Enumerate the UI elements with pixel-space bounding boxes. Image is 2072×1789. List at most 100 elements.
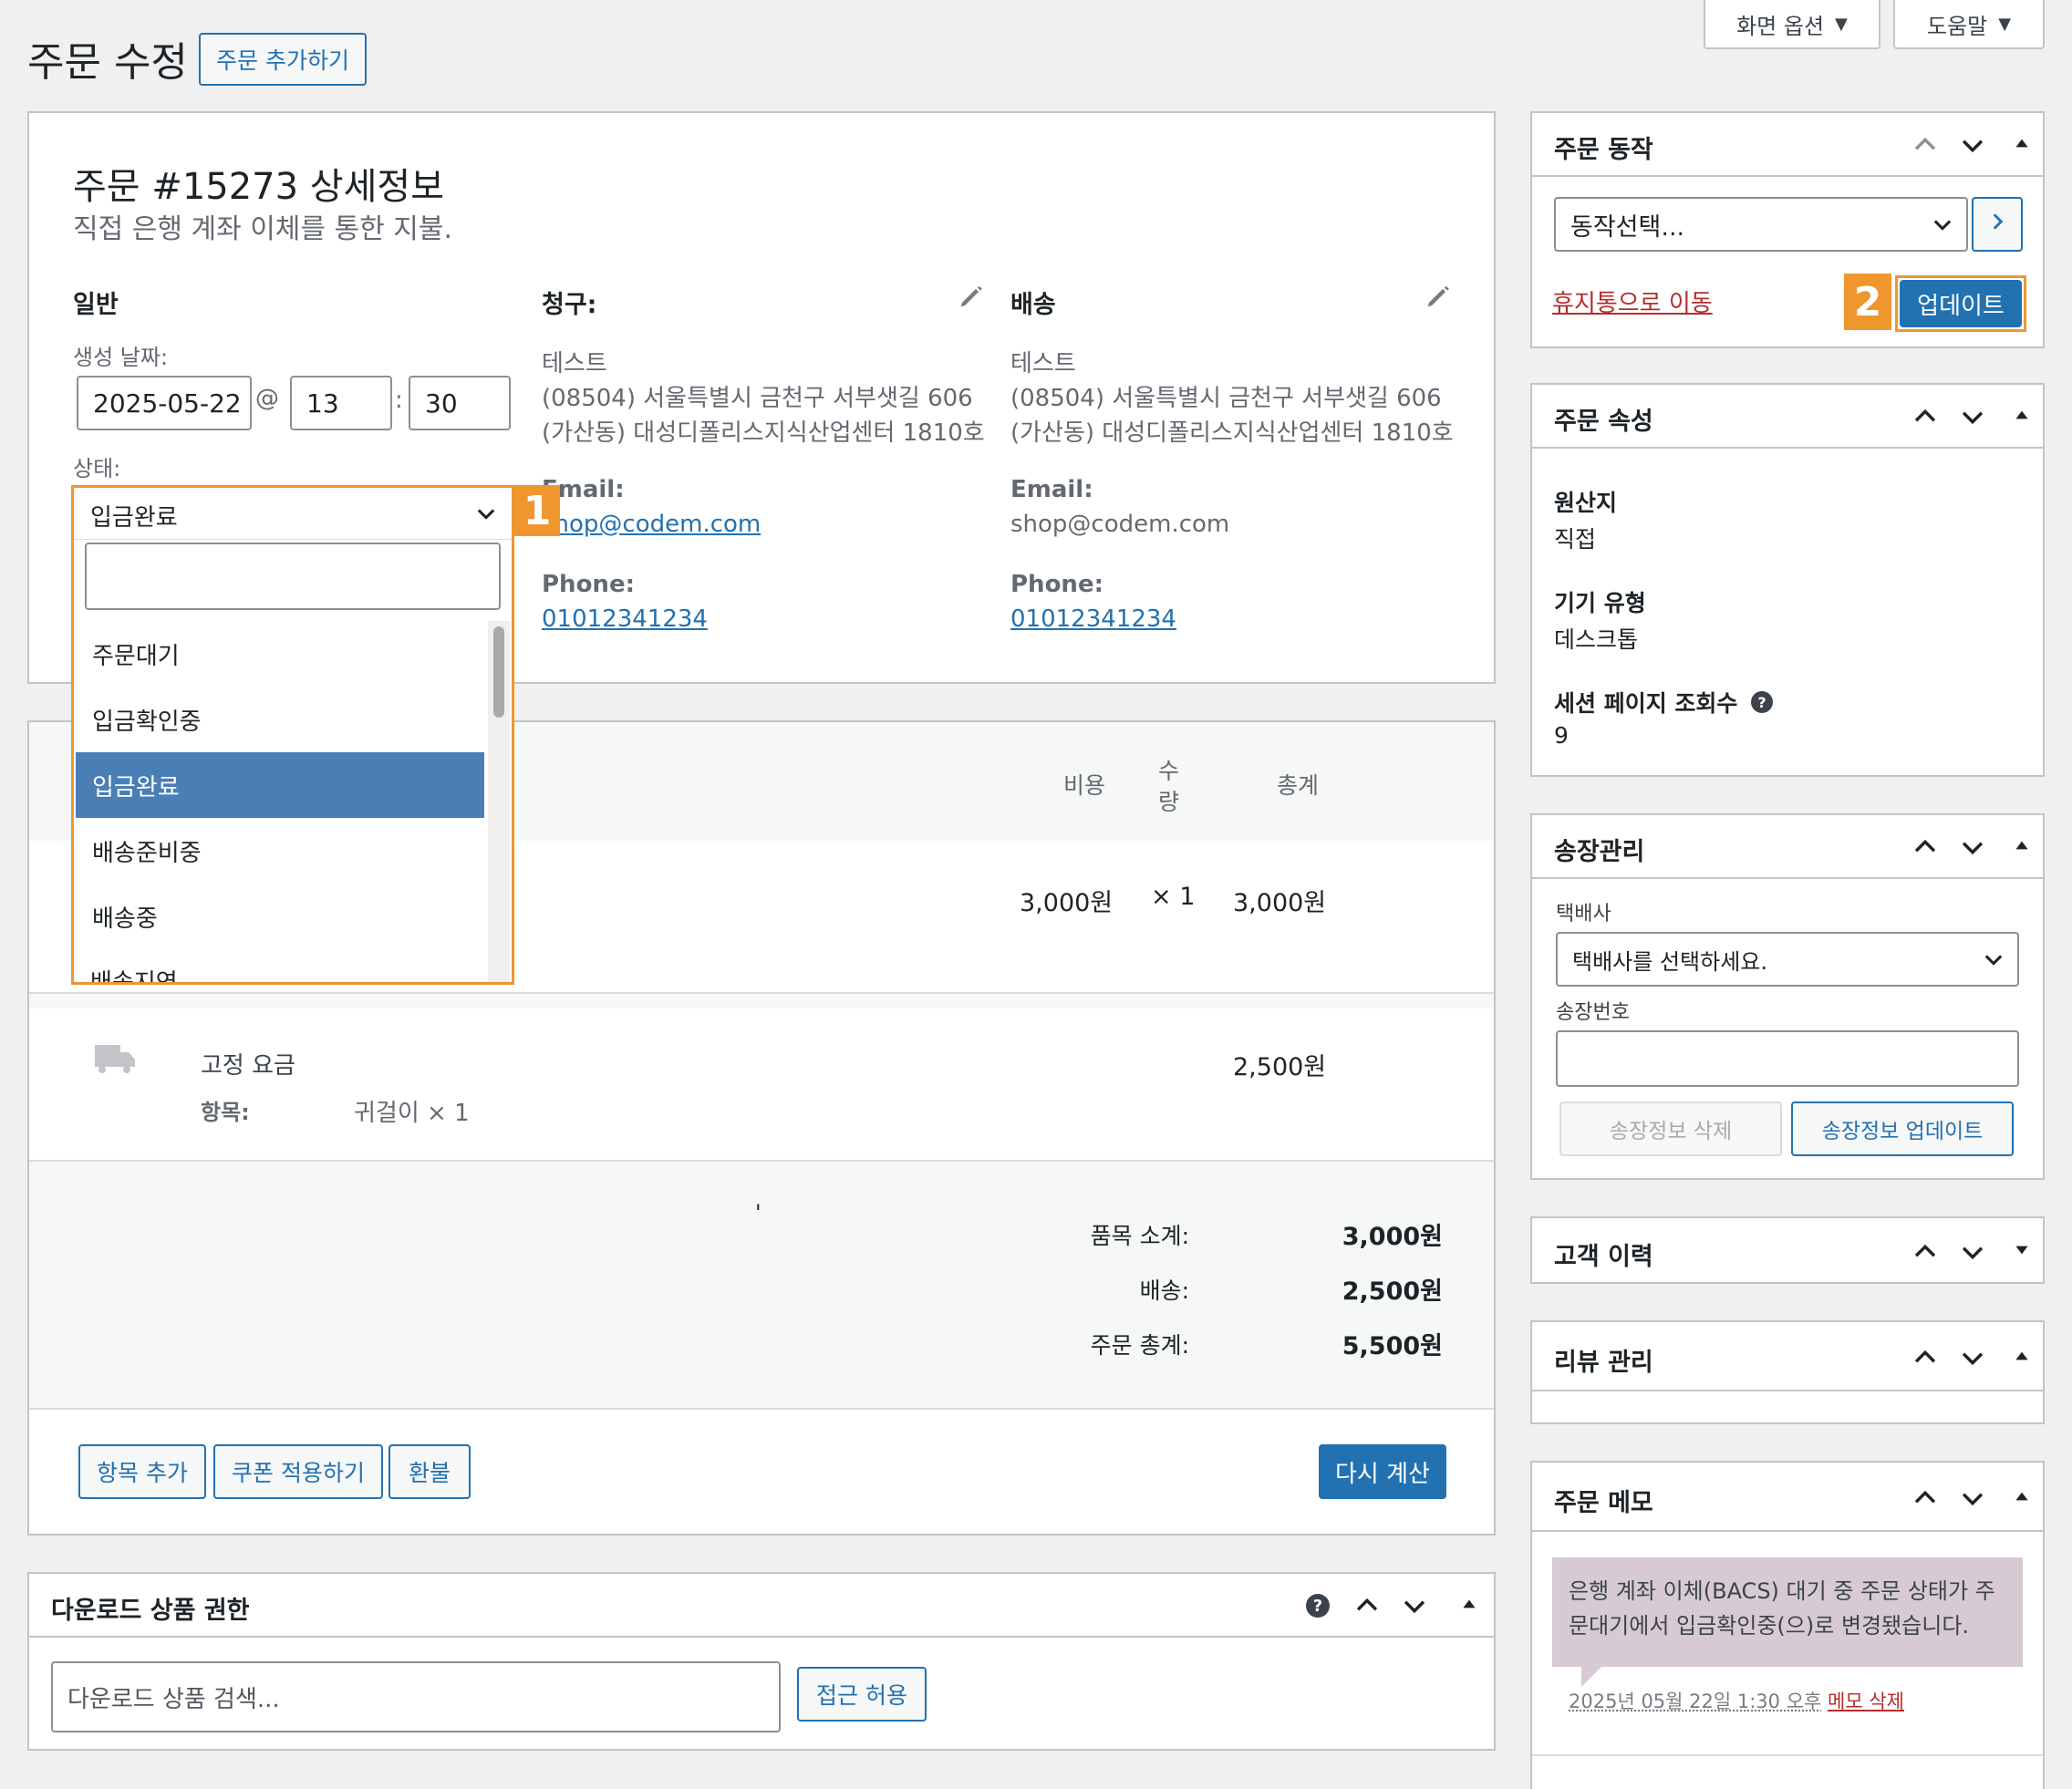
notes-divider [1532,1754,2043,1756]
origin-value: 직접 [1554,522,1596,554]
shipping-edit-icon[interactable] [1424,283,1452,310]
screen-options-button[interactable]: 화면 옵션 ▼ [1704,0,1880,49]
status-select[interactable]: 입금완료 [74,488,512,540]
shipping-name: 테스트 [1010,345,1076,378]
billing-phone-label: Phone: [542,571,635,598]
col-qty-top: 수 [1158,753,1179,786]
col-total: 총계 [1277,768,1319,801]
chevron-up-icon[interactable] [1910,1236,1941,1267]
col-qty-bottom: 량 [1158,784,1179,817]
add-item-button[interactable]: 항목 추가 [78,1444,206,1499]
help-circle-icon[interactable]: ? [1751,691,1773,713]
shipping-method-name: 고정 요금 [201,1047,295,1081]
billing-edit-icon[interactable] [958,283,985,310]
courier-select[interactable]: 택배사를 선택하세요. [1556,932,2019,987]
download-search-input[interactable]: 다운로드 상품 검색... [51,1661,781,1732]
chevron-up-icon[interactable] [1352,1590,1383,1621]
status-option[interactable]: 주문대기 [76,621,484,687]
apply-coupon-button[interactable]: 쿠폰 적용하기 [213,1444,383,1499]
status-search-input[interactable] [85,543,501,610]
update-button[interactable]: 업데이트 [1900,280,2022,327]
device-type-label: 기기 유형 [1554,585,1646,618]
delete-invoice-button[interactable]: 송장정보 삭제 [1559,1101,1782,1156]
help-button[interactable]: 도움말 ▼ [1893,0,2045,49]
status-option[interactable]: 배송지연 [90,964,178,982]
order-action-select-value: 동작선택... [1570,207,1684,243]
status-option[interactable]: 입금확인중 [76,687,484,752]
toggle-panel-icon[interactable] [1459,1594,1479,1614]
chevron-up-icon[interactable] [1910,129,1941,160]
status-option[interactable]: 배송준비중 [76,818,484,884]
tracking-number-label: 송장번호 [1556,996,1630,1025]
order-attributes-panel: 주문 속성 원산지 직접 기기 유형 데스크톱 세션 페이지 조회수 ? 9 [1530,383,2045,777]
status-option[interactable]: 배송중 [76,884,484,949]
chevron-up-icon[interactable] [1910,1342,1941,1373]
order-hour-input[interactable]: 13 [290,376,392,430]
scrollbar-thumb[interactable] [493,626,504,718]
chevron-down-icon[interactable] [1957,1342,1988,1373]
chevron-down-icon[interactable] [1957,401,1988,432]
toggle-panel-icon[interactable] [2012,1486,2032,1506]
status-label: 상태: [73,450,120,482]
help-circle-icon[interactable]: ? [1306,1594,1330,1618]
subtotal-value: 3,000원 [1342,1216,1443,1252]
order-note-meta: 2025년 05월 22일 1:30 오후 메모 삭제 [1569,1687,1904,1714]
callout-marker-2: 2 [1844,274,1891,330]
add-order-button[interactable]: 주문 추가하기 [199,33,367,86]
downloads-title: 다운로드 상품 권한 [51,1590,250,1626]
billing-name: 테스트 [542,345,607,378]
chevron-up-icon[interactable] [1910,401,1941,432]
toggle-panel-icon[interactable] [2012,133,2032,153]
billing-title: 청구: [542,284,596,320]
refund-button[interactable]: 환불 [388,1444,471,1499]
line-item-cost: 3,000원 [1020,883,1113,918]
line-item-total: 3,000원 [1233,883,1326,918]
shipping-phone-link[interactable]: 01012341234 [1010,605,1176,633]
screen-options-label: 화면 옵션 [1736,8,1824,40]
chevron-down-icon[interactable] [1957,129,1988,160]
order-date-input[interactable]: 2025-05-22 [77,376,252,430]
order-notes-title: 주문 메모 [1554,1483,1653,1518]
shipping-email: shop@codem.com [1010,511,1229,538]
invoice-header: 송장관리 [1532,815,2043,879]
chevron-down-icon[interactable] [1957,832,1988,863]
toggle-panel-icon[interactable] [2012,835,2032,855]
order-actions-panel: 주문 동작 동작선택... 휴지통으로 이동 업데이트 [1530,111,2045,348]
customer-history-panel: 고객 이력 [1530,1216,2045,1284]
order-note-bubble: 은행 계좌 이체(BACS) 대기 중 주문 상태가 주문대기에서 입금확인중(… [1552,1557,2023,1667]
grant-access-button[interactable]: 접근 허용 [797,1667,927,1722]
recalculate-button[interactable]: 다시 계산 [1319,1444,1446,1499]
status-dropdown[interactable]: 입금완료 주문대기 입금확인중 입금완료 배송준비중 배송중 배송지연 [71,485,514,985]
move-to-trash-link[interactable]: 휴지통으로 이동 [1552,284,1713,318]
apply-action-button[interactable] [1972,197,2023,252]
chevron-down-icon[interactable] [1399,1590,1430,1621]
stray-mark: ' [755,1200,761,1225]
order-action-select[interactable]: 동작선택... [1554,197,1968,252]
order-minute-input[interactable]: 30 [409,376,511,430]
note-bubble-tail [1581,1667,1601,1687]
order-actions-title: 주문 동작 [1554,129,1653,165]
review-header: 리뷰 관리 [1532,1322,2043,1391]
toggle-panel-icon[interactable] [2012,405,2032,425]
chevron-down-icon[interactable] [1957,1483,1988,1514]
delete-note-link[interactable]: 메모 삭제 [1828,1691,1904,1712]
subtotal-label: 품목 소계: [1091,1218,1189,1251]
shipping-address-2: (가산동) 대성디폴리스지식산업센터 1810호 [1010,414,1454,448]
billing-phone-link[interactable]: 01012341234 [542,605,708,633]
toggle-panel-icon[interactable] [2012,1240,2032,1260]
callout-marker-1: 1 [514,485,560,536]
chevron-up-icon[interactable] [1910,1483,1941,1514]
invoice-panel: 송장관리 택배사 택배사를 선택하세요. 송장번호 송장정보 삭제 송장정보 업… [1530,813,2045,1180]
truck-icon [95,1043,135,1074]
update-invoice-button[interactable]: 송장정보 업데이트 [1791,1101,2014,1156]
dropdown-scrollbar[interactable] [488,621,510,982]
shipping-address-1: (08504) 서울특별시 금천구 서부샛길 606 [1010,379,1442,413]
status-option-selected[interactable]: 입금완료 [76,752,484,818]
chevron-down-icon[interactable] [1957,1236,1988,1267]
tracking-number-input[interactable] [1556,1030,2019,1087]
order-heading: 주문 #15273 상세정보 [73,157,444,210]
chevron-up-icon[interactable] [1910,832,1941,863]
toggle-panel-icon[interactable] [2012,1346,2032,1366]
downloads-header: 다운로드 상품 권한 ? [29,1574,1494,1638]
billing-email-link[interactable]: shop@codem.com [542,511,761,538]
